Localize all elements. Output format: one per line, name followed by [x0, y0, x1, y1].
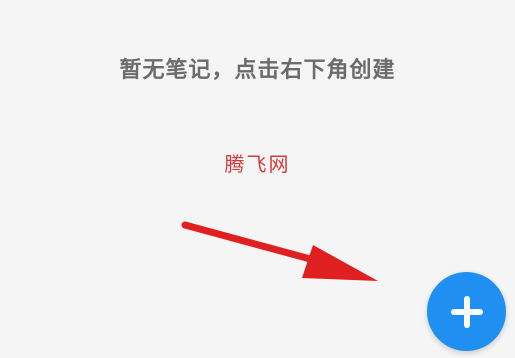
empty-state-message: 暂无笔记，点击右下角创建: [119, 58, 396, 83]
annotation-arrow: [181, 221, 378, 281]
watermark-text: 腾飞网: [224, 152, 291, 176]
plus-icon: [450, 295, 483, 328]
add-note-button[interactable]: [427, 272, 506, 351]
